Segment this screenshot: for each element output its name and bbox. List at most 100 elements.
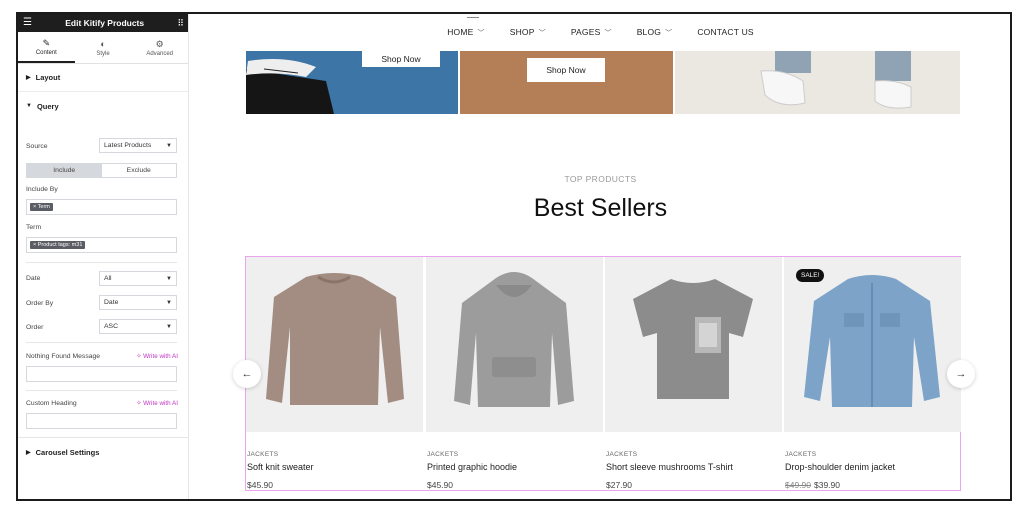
product-category: JACKETS <box>427 451 459 458</box>
arrow-right-icon: → <box>955 368 967 380</box>
order-by-select-value: Date <box>104 299 119 306</box>
product-image[interactable] <box>426 257 603 432</box>
section-query-label: Query <box>36 101 59 111</box>
order-by-select[interactable]: Date ▼ <box>99 295 177 310</box>
nothing-found-label: Nothing Found Message <box>26 353 101 360</box>
caret-down-icon: ▼ <box>26 103 32 109</box>
section-eyebrow: TOP PRODUCTS <box>564 174 637 184</box>
section-carousel-label: Carousel Settings <box>35 447 100 457</box>
product-card[interactable]: JACKETS Soft knit sweater $45.90 <box>246 257 423 490</box>
source-label: Source <box>26 143 48 150</box>
caret-down-icon: ▼ <box>166 275 172 282</box>
shop-now-button[interactable]: Shop Now <box>527 58 605 82</box>
include-by-chip[interactable]: × Term <box>30 203 53 211</box>
tab-content-label: Content <box>35 49 57 56</box>
product-image[interactable] <box>605 257 782 432</box>
include-option[interactable]: Include <box>27 164 102 177</box>
product-price: $45.90 <box>247 480 273 490</box>
nav-item-blog[interactable]: BLOG ﹀ <box>637 27 673 38</box>
nav-item-label: SHOP <box>509 26 535 37</box>
section-query[interactable]: ▼ Query <box>18 92 188 120</box>
banner-jeans <box>675 51 960 114</box>
divider <box>26 390 177 391</box>
gear-icon: ⚙ <box>155 38 164 49</box>
product-name[interactable]: Short sleeve mushrooms T-shirt <box>606 462 733 472</box>
source-select[interactable]: Latest Products ▼ <box>99 138 177 153</box>
chevron-down-icon: ﹀ <box>665 29 673 37</box>
product-category: JACKETS <box>785 451 817 458</box>
hamburger-menu-icon[interactable]: ☰ <box>23 18 32 28</box>
widgets-grid-icon[interactable]: ⠿ <box>177 18 184 28</box>
tab-advanced[interactable]: ⚙ Advanced <box>131 32 188 63</box>
product-name[interactable]: Drop-shoulder denim jacket <box>785 462 895 472</box>
banner-sneakers: Shop Now <box>246 51 458 114</box>
editor-panel: ☰ Edit Kitify Products ⠿ ✎ Content ◐ Sty… <box>18 14 189 499</box>
arrow-left-icon: ← <box>241 368 253 380</box>
nav-item-label: BLOG <box>636 26 662 37</box>
product-category: JACKETS <box>606 451 638 458</box>
price-value: $45.90 <box>247 480 273 490</box>
nav-item-pages[interactable]: PAGES ﹀ <box>571 27 612 38</box>
caret-down-icon: ▼ <box>166 299 172 306</box>
carousel-next-button[interactable]: → <box>947 360 975 388</box>
caret-right-icon: ▶ <box>26 449 31 456</box>
panel-header: ☰ Edit Kitify Products ⠿ <box>18 14 188 32</box>
chevron-down-icon: ﹀ <box>538 29 546 37</box>
order-by-label: Order By <box>26 300 54 307</box>
section-layout-label: Layout <box>35 73 61 82</box>
product-name[interactable]: Soft knit sweater <box>247 462 314 472</box>
main-nav: HOME ﹀ SHOP ﹀ PAGES ﹀ BLOG ﹀ CONTACT US <box>189 14 1010 50</box>
product-name[interactable]: Printed graphic hoodie <box>427 462 517 472</box>
exclude-option[interactable]: Exclude <box>102 164 177 177</box>
product-card[interactable]: JACKETS Printed graphic hoodie $45.90 <box>426 257 603 490</box>
shop-now-button[interactable]: Shop Now <box>362 51 440 67</box>
include-by-field[interactable]: × Term <box>26 199 177 215</box>
site-preview: HOME ﹀ SHOP ﹀ PAGES ﹀ BLOG ﹀ CONTACT US Shop… <box>189 14 1010 499</box>
date-select[interactable]: All ▼ <box>99 271 177 286</box>
chevron-down-icon: ﹀ <box>604 29 612 37</box>
tab-style[interactable]: ◐ Style <box>75 32 132 63</box>
nav-item-label: CONTACT US <box>697 27 754 37</box>
date-select-value: All <box>104 275 112 282</box>
nav-item-contact[interactable]: CONTACT US <box>697 27 753 37</box>
section-heading: Best Sellers <box>533 194 668 222</box>
hoodie-illustration <box>454 272 574 407</box>
chevron-down-icon: ﹀ <box>477 29 485 37</box>
product-category: JACKETS <box>247 451 279 458</box>
nothing-found-input[interactable] <box>26 366 177 382</box>
caret-down-icon: ▼ <box>166 323 172 330</box>
tshirt-illustration <box>633 279 753 399</box>
product-card[interactable]: JACKETS Short sleeve mushrooms T-shirt $… <box>605 257 782 490</box>
order-select[interactable]: ASC ▼ <box>99 319 177 334</box>
panel-title: Edit Kitify Products <box>65 18 145 28</box>
jeans-photo <box>675 51 960 114</box>
denim-jacket-illustration <box>804 275 940 407</box>
order-select-value: ASC <box>104 323 118 330</box>
product-image[interactable] <box>246 257 423 432</box>
product-card[interactable]: SALE! JACKETS Drop-shoulder denim jacket… <box>784 257 961 490</box>
nav-item-home[interactable]: HOME ﹀ <box>447 27 485 38</box>
half-circle-icon: ◐ <box>100 38 106 49</box>
term-label: Term <box>26 224 42 231</box>
section-layout[interactable]: ▶ Layout <box>18 64 188 92</box>
price-value: $39.90 <box>814 480 840 490</box>
carousel-prev-button[interactable]: ← <box>233 360 261 388</box>
sweater-illustration <box>266 273 404 405</box>
app-frame: ☰ Edit Kitify Products ⠿ ✎ Content ◐ Sty… <box>16 12 1012 501</box>
write-with-ai-button[interactable]: ✧ Write with AI <box>136 400 178 407</box>
nav-item-label: HOME <box>447 26 474 37</box>
section-carousel-settings[interactable]: ▶ Carousel Settings <box>18 438 188 466</box>
product-price: $49.90 $39.90 <box>785 480 840 490</box>
write-with-ai-button[interactable]: ✧ Write with AI <box>136 353 178 360</box>
custom-heading-label: Custom Heading <box>26 400 77 407</box>
price-value: $27.90 <box>606 480 632 490</box>
nav-item-shop[interactable]: SHOP ﹀ <box>510 27 546 38</box>
product-price: $27.90 <box>606 480 632 490</box>
term-chip[interactable]: × Product tags: m31 <box>30 241 86 249</box>
product-price: $45.90 <box>427 480 453 490</box>
tab-content[interactable]: ✎ Content <box>18 32 75 63</box>
nav-item-label: PAGES <box>570 26 601 37</box>
custom-heading-input[interactable] <box>26 413 177 429</box>
product-image[interactable] <box>784 257 961 432</box>
term-field[interactable]: × Product tags: m31 <box>26 237 177 253</box>
